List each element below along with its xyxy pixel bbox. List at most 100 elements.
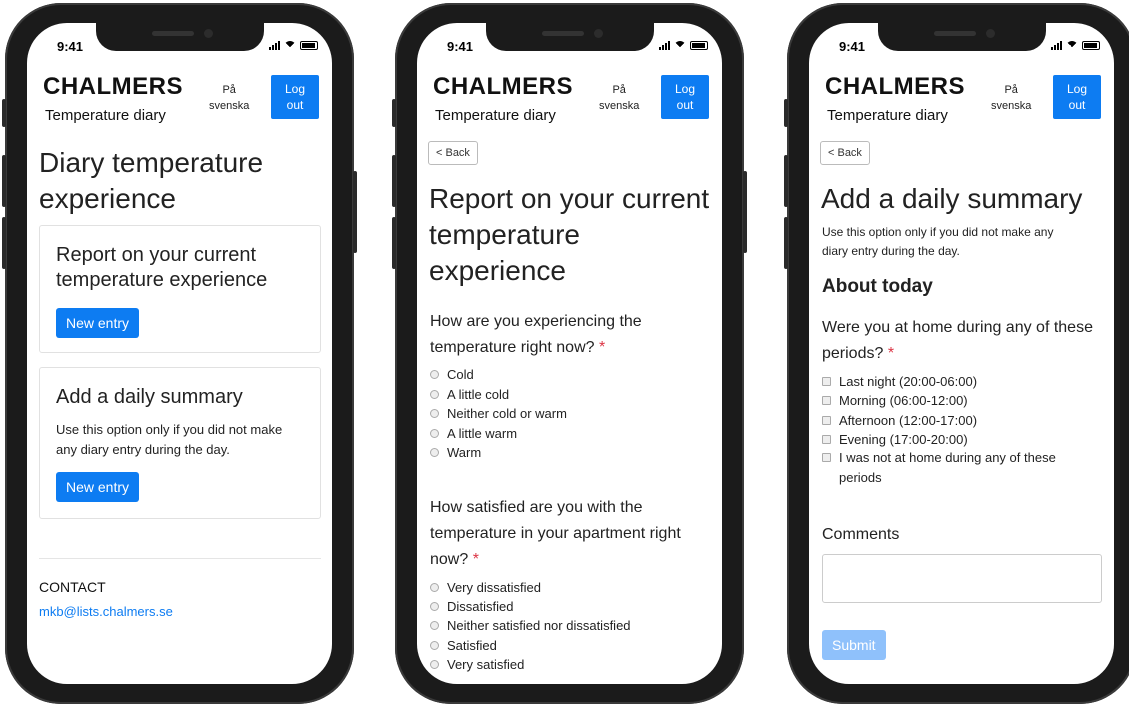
language-switch-link[interactable]: På svenska bbox=[209, 82, 249, 114]
wifi-icon bbox=[284, 40, 296, 53]
intro-text: Use this option only if you did not make… bbox=[822, 223, 1053, 261]
daily-summary-card: Add a daily summary Use this option only… bbox=[39, 367, 321, 519]
radio-option-warm[interactable]: Warm bbox=[430, 445, 481, 460]
page-title-line3: experience bbox=[429, 255, 566, 286]
logout-label-line1: Log bbox=[284, 82, 306, 96]
radio-button[interactable] bbox=[430, 602, 439, 611]
logout-button[interactable]: Log out bbox=[271, 75, 319, 119]
language-switch-link[interactable]: På svenska bbox=[991, 82, 1031, 114]
logout-label-line2: out bbox=[286, 98, 304, 112]
report-card: Report on your current temperature exper… bbox=[39, 225, 321, 353]
checkbox-not-at-home[interactable]: I was not at home during any of these pe… bbox=[822, 448, 1056, 488]
required-mark: * bbox=[598, 339, 606, 356]
battery-icon bbox=[300, 40, 318, 50]
checkbox[interactable] bbox=[822, 416, 831, 425]
app-subtitle: Temperature diary bbox=[435, 107, 556, 124]
logout-label-line1: Log bbox=[674, 82, 696, 96]
page-title-line1: Report on your current bbox=[429, 183, 710, 214]
brand-logo: CHALMERS bbox=[43, 73, 183, 100]
new-entry-button[interactable]: New entry bbox=[56, 308, 140, 338]
status-time: 9:41 bbox=[447, 39, 474, 54]
phone-frame-2: 9:41 CHALMERS Temperature diary På svens… bbox=[392, 3, 747, 704]
language-label-line1: På bbox=[612, 84, 626, 96]
option-label: A little cold bbox=[447, 387, 510, 402]
checkbox-morning[interactable]: Morning (06:00-12:00) bbox=[822, 393, 968, 408]
radio-option-satisfied[interactable]: Satisfied bbox=[430, 638, 497, 653]
report-card-title-line1: Report on your current bbox=[56, 244, 257, 266]
radio-option-neutral[interactable]: Neither satisfied nor dissatisfied bbox=[430, 618, 631, 633]
option-label-line1: I was not at home during any of these bbox=[839, 450, 1056, 465]
question-at-home: Were you at home during any of these per… bbox=[822, 315, 1107, 367]
checkbox-last-night[interactable]: Last night (20:00-06:00) bbox=[822, 374, 977, 389]
radio-button[interactable] bbox=[430, 583, 439, 592]
checkbox[interactable] bbox=[822, 453, 831, 462]
wifi-icon bbox=[1066, 40, 1078, 53]
status-time: 9:41 bbox=[57, 39, 84, 54]
report-card-title: Report on your current temperature exper… bbox=[56, 243, 304, 293]
checkbox[interactable] bbox=[822, 435, 831, 444]
signal-icon bbox=[1051, 40, 1062, 50]
submit-button[interactable]: Submit bbox=[822, 630, 886, 660]
option-label-line2: periods bbox=[839, 470, 882, 485]
option-label: Last night (20:00-06:00) bbox=[839, 374, 978, 389]
radio-button[interactable] bbox=[430, 390, 439, 399]
signal-icon bbox=[269, 40, 280, 50]
brand-logo: CHALMERS bbox=[825, 73, 965, 100]
radio-button[interactable] bbox=[430, 660, 439, 669]
radio-option-very-satisfied[interactable]: Very satisfied bbox=[430, 657, 524, 672]
phone-frame-3: 9:41 CHALMERS Temperature diary På svens… bbox=[784, 3, 1129, 704]
option-label: Afternoon (12:00-17:00) bbox=[839, 413, 978, 428]
contact-email-link[interactable]: mkb@lists.chalmers.se bbox=[39, 604, 173, 619]
section-heading: About today bbox=[822, 276, 933, 297]
language-label-line2: svenska bbox=[599, 100, 640, 112]
checkbox-evening[interactable]: Evening (17:00-20:00) bbox=[822, 432, 968, 447]
question-at-home-line2: periods? bbox=[822, 345, 884, 362]
checkbox[interactable] bbox=[822, 396, 831, 405]
radio-option-little-warm[interactable]: A little warm bbox=[430, 426, 517, 441]
contact-heading: CONTACT bbox=[39, 579, 106, 595]
page-title: Diary temperature experience bbox=[39, 145, 263, 217]
radio-option-neither[interactable]: Neither cold or warm bbox=[430, 406, 567, 421]
radio-button[interactable] bbox=[430, 641, 439, 650]
page-title-line2: temperature bbox=[429, 219, 580, 250]
new-summary-entry-button[interactable]: New entry bbox=[56, 472, 140, 502]
question-satisfaction-line3: now? bbox=[430, 551, 469, 568]
option-label: Cold bbox=[447, 367, 474, 382]
radio-option-little-cold[interactable]: A little cold bbox=[430, 387, 509, 402]
radio-button[interactable] bbox=[430, 448, 439, 457]
intro-text-line1: Use this option only if you did not make… bbox=[822, 225, 1054, 239]
option-label: Satisfied bbox=[447, 638, 497, 653]
required-mark: * bbox=[887, 345, 895, 362]
battery-icon bbox=[1082, 40, 1100, 50]
language-switch-link[interactable]: På svenska bbox=[599, 82, 639, 114]
radio-option-very-dissatisfied[interactable]: Very dissatisfied bbox=[430, 580, 541, 595]
question-satisfaction: How satisfied are you with the temperatu… bbox=[430, 495, 715, 573]
logout-label-line1: Log bbox=[1066, 82, 1088, 96]
radio-button[interactable] bbox=[430, 370, 439, 379]
radio-option-dissatisfied[interactable]: Dissatisfied bbox=[430, 599, 513, 614]
radio-button[interactable] bbox=[430, 429, 439, 438]
radio-button[interactable] bbox=[430, 621, 439, 630]
language-label-line1: På bbox=[1004, 84, 1018, 96]
back-button[interactable]: < Back bbox=[820, 141, 870, 165]
option-label: A little warm bbox=[447, 426, 518, 441]
option-label: Warm bbox=[447, 445, 482, 460]
checkbox-afternoon[interactable]: Afternoon (12:00-17:00) bbox=[822, 413, 977, 428]
option-label: Dissatisfied bbox=[447, 599, 514, 614]
checkbox[interactable] bbox=[822, 377, 831, 386]
back-button[interactable]: < Back bbox=[428, 141, 478, 165]
logout-button[interactable]: Log out bbox=[1053, 75, 1101, 119]
daily-summary-text-line2: any diary entry during the day. bbox=[56, 442, 230, 457]
logout-button[interactable]: Log out bbox=[661, 75, 709, 119]
question-satisfaction-line2: temperature in your apartment right bbox=[430, 525, 681, 542]
app-subtitle: Temperature diary bbox=[45, 107, 166, 124]
radio-option-cold[interactable]: Cold bbox=[430, 367, 474, 382]
question-satisfaction-line1: How satisfied are you with the bbox=[430, 499, 643, 516]
radio-button[interactable] bbox=[430, 409, 439, 418]
app-header: CHALMERS Temperature diary På svenska Lo… bbox=[27, 71, 332, 131]
comments-textarea[interactable] bbox=[822, 554, 1102, 603]
notch bbox=[485, 23, 654, 51]
report-card-title-line2: temperature experience bbox=[56, 269, 268, 291]
language-label-line2: svenska bbox=[209, 100, 250, 112]
question-at-home-line1: Were you at home during any of these bbox=[822, 319, 1093, 336]
